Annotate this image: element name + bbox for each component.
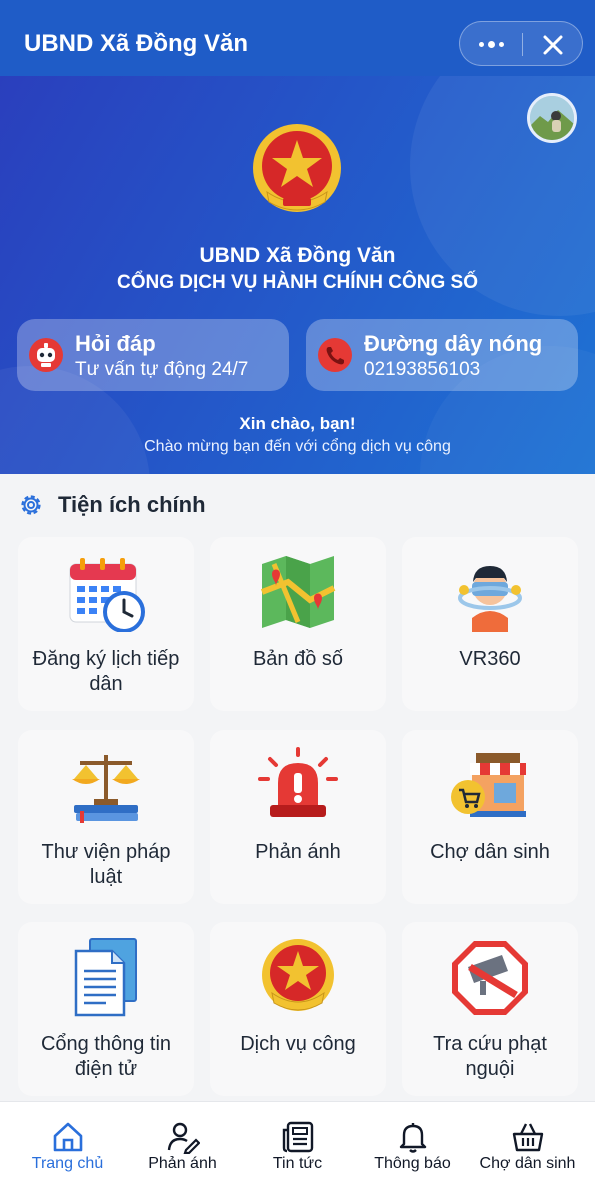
market-shop-icon <box>450 745 530 825</box>
tile-cong-thong-tin[interactable]: Cổng thông tin điện tử <box>18 922 194 1096</box>
faq-subtitle: Tư vấn tự động 24/7 <box>75 359 249 380</box>
section-header: Tiện ích chính <box>18 490 206 520</box>
greeting-subtitle: Chào mừng bạn đến với cổng dịch vụ công <box>144 438 451 455</box>
app-title: UBND Xã Đồng Văn <box>24 30 249 57</box>
nav-item-tin-tuc[interactable]: Tin tức <box>238 1102 357 1200</box>
nav-label: Trang chủ <box>31 1155 104 1172</box>
document-icon <box>66 937 146 1017</box>
bell-icon <box>396 1120 430 1154</box>
calendar-clock-icon <box>66 552 146 633</box>
nav-label: Phản ánh <box>148 1155 217 1172</box>
tile-label: Đăng ký lịch tiếp dân <box>32 648 180 695</box>
tile-dich-vu-cong[interactable]: Dịch vụ công <box>210 922 386 1096</box>
hotline-title: Đường dây nóng <box>364 331 543 356</box>
nav-label: Thông báo <box>374 1155 451 1172</box>
tile-label: Tra cứu phạt nguội <box>433 1033 547 1080</box>
tile-label: Cổng thông tin điện tử <box>40 1033 172 1080</box>
tile-label: Phản ánh <box>255 841 341 863</box>
bottom-nav: Trang chủ Phản ánh Tin tức Thông báo Chợ… <box>0 1101 595 1200</box>
hero-subtitle: CỔNG DỊCH VỤ HÀNH CHÍNH CÔNG SỐ <box>116 272 478 293</box>
vr-headset-icon <box>450 552 530 632</box>
tile-label: Dịch vụ công <box>240 1033 356 1055</box>
phone-icon <box>318 338 352 372</box>
law-scale-icon <box>66 745 146 825</box>
newspaper-icon <box>281 1120 315 1154</box>
tile-cho-dan-sinh[interactable]: Chợ dân sinh <box>402 730 578 904</box>
tile-tra-cuu-phat-nguoi[interactable]: Tra cứu phạt nguội <box>402 922 578 1096</box>
section-title: Tiện ích chính <box>58 492 206 517</box>
nav-item-phan-anh[interactable]: Phản ánh <box>123 1102 242 1200</box>
nav-label: Tin tức <box>272 1155 323 1172</box>
traffic-camera-icon <box>450 937 530 1017</box>
national-emblem-icon <box>258 937 338 1017</box>
tile-ban-do-so[interactable]: Bản đồ số <box>210 537 386 711</box>
tile-dang-ky-lich[interactable]: Đăng ký lịch tiếp dân <box>18 537 194 711</box>
mini-program-capsule <box>459 21 583 66</box>
top-bar: UBND Xã Đồng Văn <box>0 0 595 76</box>
hotline-number: 02193856103 <box>364 359 481 380</box>
nav-item-thong-bao[interactable]: Thông báo <box>353 1102 472 1200</box>
close-icon[interactable] <box>523 22 583 67</box>
faq-card[interactable]: Hỏi đáp Tư vấn tự động 24/7 <box>17 319 289 391</box>
tile-phan-anh[interactable]: Phản ánh <box>210 730 386 904</box>
tile-label: Thư viện pháp luật <box>41 841 171 888</box>
tile-label: Chợ dân sinh <box>430 841 550 863</box>
tile-vr360[interactable]: VR360 <box>402 537 578 711</box>
nav-item-cho-dan-sinh[interactable]: Chợ dân sinh <box>468 1102 587 1200</box>
nav-label: Chợ dân sinh <box>479 1155 576 1172</box>
tile-label: VR360 <box>459 648 521 670</box>
hero-banner: UBND Xã Đồng Văn CỔNG DỊCH VỤ HÀNH CHÍNH… <box>0 76 595 474</box>
greeting: Xin chào, bạn! <box>239 414 356 433</box>
hero-title: UBND Xã Đồng Văn <box>199 244 396 267</box>
faq-title: Hỏi đáp <box>75 331 156 356</box>
robot-icon <box>29 338 63 372</box>
basket-icon <box>511 1120 545 1154</box>
alarm-siren-icon <box>258 745 338 825</box>
national-emblem-icon <box>247 122 347 222</box>
hotline-card[interactable]: Đường dây nóng 02193856103 <box>306 319 578 391</box>
home-icon <box>51 1120 85 1154</box>
tile-label: Bản đồ số <box>252 648 344 670</box>
nav-item-home[interactable]: Trang chủ <box>8 1102 127 1200</box>
more-dots-icon[interactable] <box>460 22 522 67</box>
gear-icon <box>18 492 44 518</box>
user-edit-icon <box>166 1120 201 1155</box>
tile-thu-vien-phap-luat[interactable]: Thư viện pháp luật <box>18 730 194 904</box>
avatar[interactable] <box>527 93 577 143</box>
map-icon <box>258 552 338 632</box>
